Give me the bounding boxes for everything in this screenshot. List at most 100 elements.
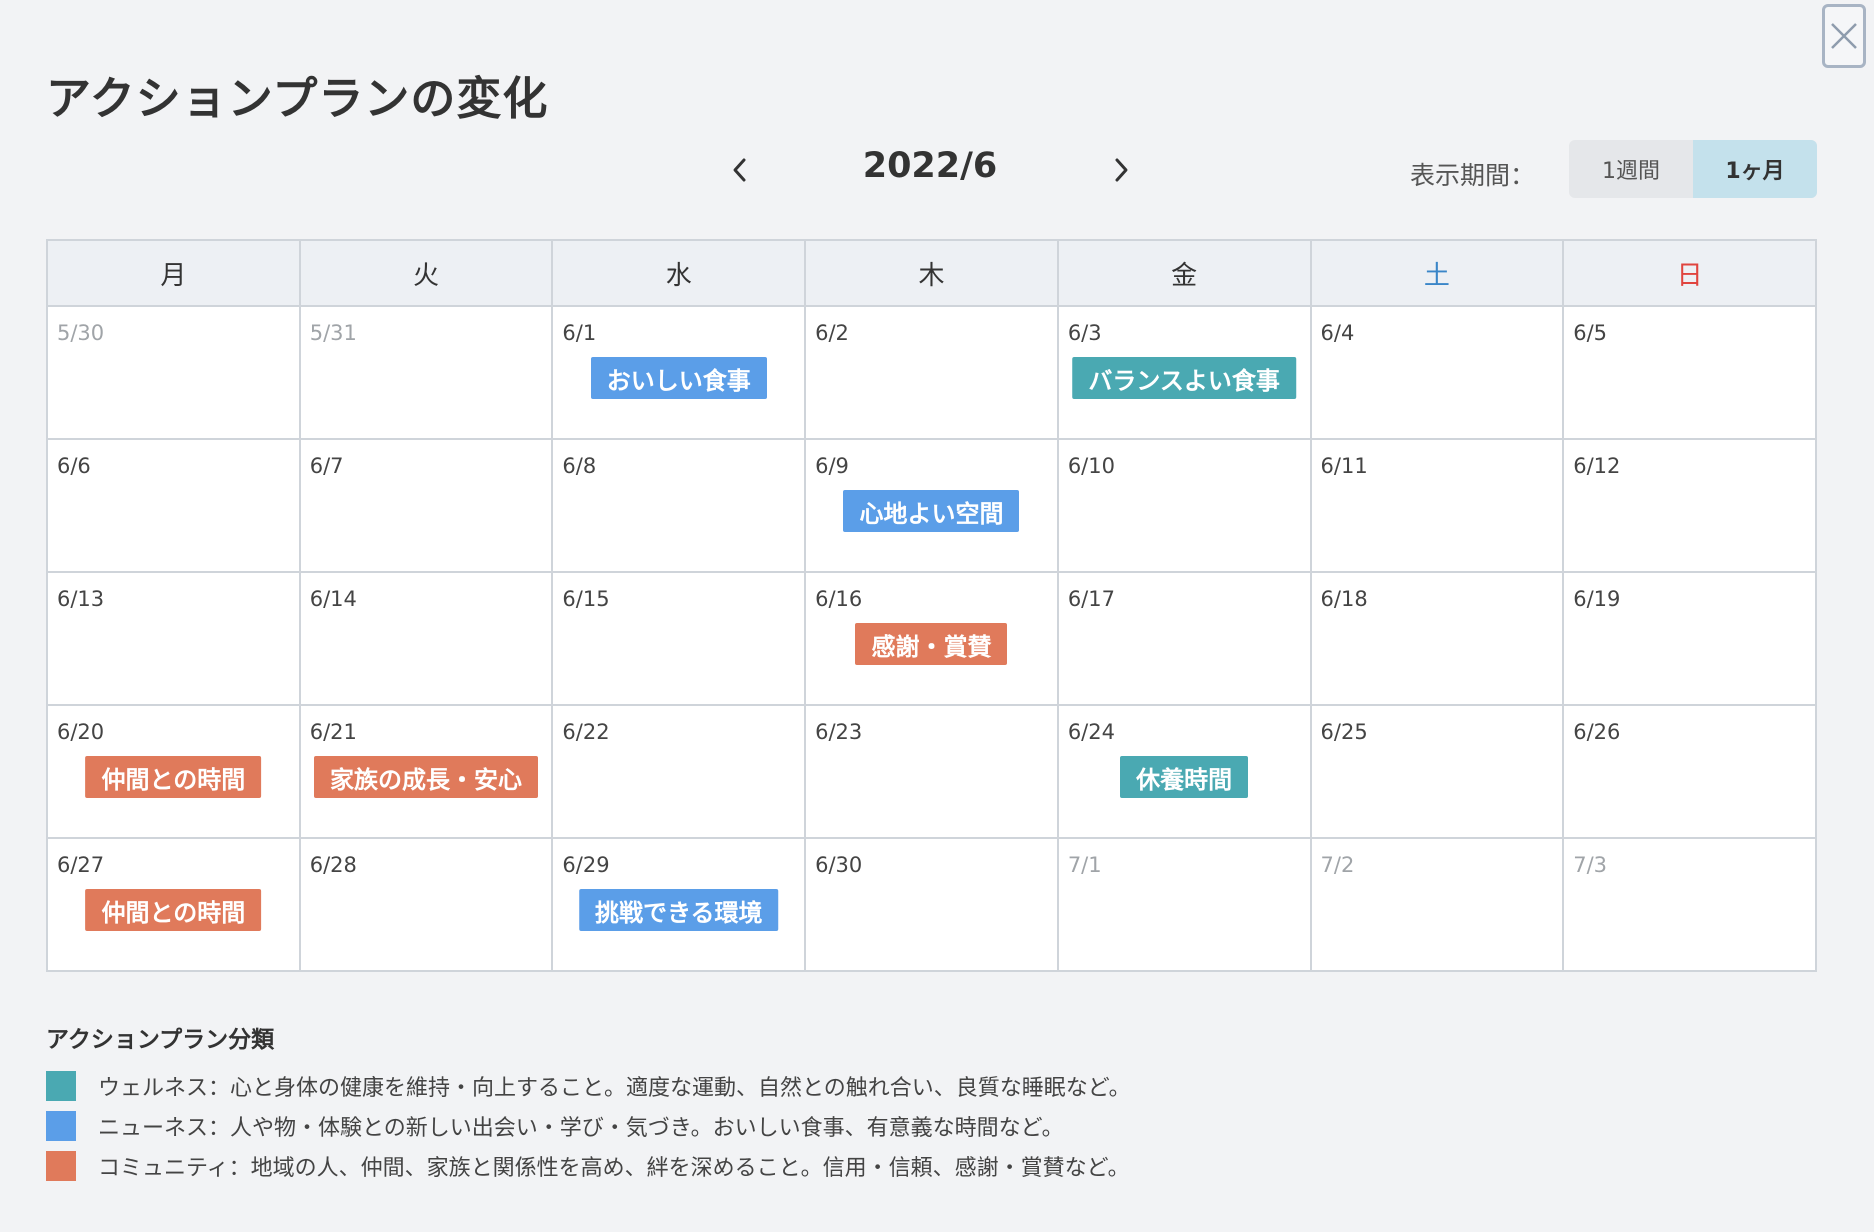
day-number: 6/11 — [1320, 454, 1368, 478]
period-1month-button[interactable]: 1ヶ月 — [1693, 140, 1817, 198]
day-number: 6/5 — [1573, 321, 1608, 345]
day-number: 6/3 — [1067, 321, 1102, 345]
day-number: 6/14 — [309, 587, 357, 611]
calendar-week-row: 6/27 仲間との時間 6/28 6/29 挑戦できる環境 6/30 7/1 7/2 7/3 — [46, 837, 1817, 972]
day-number: 6/20 — [57, 720, 105, 744]
weekday-header-row: 月 火 水 木 金 土 日 — [46, 239, 1817, 307]
legend-title: アクションプラン分類 — [46, 1027, 275, 1053]
calendar-week-row: 6/20 仲間との時間 6/21 家族の成長・安心 6/22 6/23 6/24 休養時間 6/… — [46, 704, 1817, 839]
calendar-week-row: 6/13 6/14 6/15 6/16 感謝・賞賛 6/17 6/18 6/19 — [46, 571, 1817, 706]
legend-swatch-wellness — [46, 1071, 76, 1101]
calendar-grid: 月 火 水 木 金 土 日 5/30 5/31 6/1 おいしい食事 6/2 6/3 バラン… — [46, 239, 1817, 972]
calendar-day-cell[interactable]: 6/17 — [1056, 571, 1312, 706]
calendar-day-cell[interactable]: 6/2 — [804, 305, 1059, 440]
day-number: 6/15 — [562, 587, 610, 611]
next-month-button[interactable] — [1101, 150, 1141, 190]
day-number: 5/31 — [309, 321, 357, 345]
calendar-day-cell[interactable]: 6/1 おいしい食事 — [551, 305, 807, 440]
calendar-day-cell[interactable]: 6/13 — [46, 571, 301, 706]
calendar-day-cell[interactable]: 6/3 バランスよい食事 — [1056, 305, 1312, 440]
close-icon — [1831, 23, 1857, 49]
period-1week-button[interactable]: 1週間 — [1569, 140, 1693, 198]
calendar-day-cell[interactable]: 6/12 — [1562, 438, 1817, 573]
calendar-day-cell[interactable]: 6/10 — [1056, 438, 1312, 573]
day-number: 6/13 — [57, 587, 105, 611]
action-plan-tag[interactable]: 挑戦できる環境 — [578, 889, 779, 931]
calendar-day-cell[interactable]: 6/7 — [298, 438, 554, 573]
day-number: 7/1 — [1067, 853, 1102, 877]
calendar-week-row: 6/6 6/7 6/8 6/9 心地よい空間 6/10 6/11 6/12 — [46, 438, 1817, 573]
close-button[interactable] — [1822, 4, 1866, 68]
calendar-day-cell[interactable]: 6/11 — [1309, 438, 1565, 573]
calendar-day-cell[interactable]: 6/20 仲間との時間 — [46, 704, 301, 839]
weekday-wed: 水 — [551, 239, 807, 307]
period-label: 表示期間： — [1410, 161, 1536, 190]
calendar-day-cell[interactable]: 6/14 — [298, 571, 554, 706]
day-number: 6/18 — [1320, 587, 1368, 611]
day-number: 6/19 — [1573, 587, 1621, 611]
legend-text: ニューネス：人や物・体験との新しい出会い・学び・気づき。おいしい食事、有意義な時… — [98, 1116, 1064, 1141]
legend-swatch-newness — [46, 1111, 76, 1141]
weekday-sun: 日 — [1562, 239, 1817, 307]
day-number: 6/1 — [562, 321, 597, 345]
calendar-day-cell[interactable]: 7/1 — [1056, 837, 1312, 972]
calendar-day-cell[interactable]: 6/5 — [1562, 305, 1817, 440]
day-number: 6/26 — [1573, 720, 1621, 744]
action-plan-tag[interactable]: バランスよい食事 — [1072, 357, 1296, 399]
prev-month-button[interactable] — [720, 150, 760, 190]
calendar-day-cell[interactable]: 6/23 — [804, 704, 1059, 839]
day-number: 6/21 — [309, 720, 357, 744]
action-plan-tag[interactable]: 感謝・賞賛 — [855, 623, 1008, 665]
calendar-day-cell[interactable]: 6/6 — [46, 438, 301, 573]
calendar-day-cell[interactable]: 5/30 — [46, 305, 301, 440]
weekday-tue: 火 — [298, 239, 554, 307]
calendar-day-cell[interactable]: 6/27 仲間との時間 — [46, 837, 301, 972]
weekday-thu: 木 — [804, 239, 1059, 307]
calendar-day-cell[interactable]: 6/26 — [1562, 704, 1817, 839]
day-number: 6/30 — [815, 853, 863, 877]
day-number: 6/23 — [815, 720, 863, 744]
calendar-day-cell[interactable]: 6/18 — [1309, 571, 1565, 706]
legend-text: ウェルネス：心と身体の健康を維持・向上すること。適度な運動、自然との触れ合い、良… — [98, 1076, 1131, 1101]
action-plan-tag[interactable]: 家族の成長・安心 — [314, 756, 539, 798]
calendar-day-cell[interactable]: 6/28 — [298, 837, 554, 972]
action-plan-tag[interactable]: 仲間との時間 — [85, 889, 262, 931]
calendar-day-cell[interactable]: 6/19 — [1562, 571, 1817, 706]
legend-text: コミュニティ：地域の人、仲間、家族と関係性を高め、絆を深めること。信用・信頼、感… — [98, 1156, 1130, 1181]
day-number: 6/2 — [815, 321, 849, 345]
day-number: 6/28 — [309, 853, 357, 877]
chevron-left-icon — [733, 158, 746, 182]
day-number: 6/4 — [1320, 321, 1355, 345]
calendar-day-cell[interactable]: 6/15 — [551, 571, 807, 706]
action-plan-tag[interactable]: 休養時間 — [1120, 756, 1249, 798]
calendar-day-cell[interactable]: 6/8 — [551, 438, 807, 573]
calendar-day-cell[interactable]: 6/24 休養時間 — [1056, 704, 1312, 839]
calendar-day-cell[interactable]: 7/2 — [1309, 837, 1565, 972]
chevron-right-icon — [1115, 158, 1128, 182]
calendar-day-cell[interactable]: 6/16 感謝・賞賛 — [804, 571, 1059, 706]
period-toggle: 1週間 1ヶ月 — [1569, 140, 1817, 198]
calendar-day-cell[interactable]: 5/31 — [298, 305, 554, 440]
calendar-day-cell[interactable]: 6/29 挑戦できる環境 — [551, 837, 807, 972]
day-number: 6/22 — [562, 720, 610, 744]
day-number: 7/3 — [1573, 853, 1608, 877]
day-number: 6/16 — [815, 587, 863, 611]
action-plan-tag[interactable]: おいしい食事 — [590, 357, 767, 399]
calendar-day-cell[interactable]: 7/3 — [1562, 837, 1817, 972]
calendar-day-cell[interactable]: 6/9 心地よい空間 — [804, 438, 1059, 573]
calendar-day-cell[interactable]: 6/25 — [1309, 704, 1565, 839]
action-plan-tag[interactable]: 心地よい空間 — [843, 490, 1020, 532]
legend-item-community: コミュニティ：地域の人、仲間、家族と関係性を高め、絆を深めること。信用・信頼、感… — [46, 1150, 1130, 1182]
calendar-day-cell[interactable]: 6/21 家族の成長・安心 — [298, 704, 554, 839]
day-number: 6/29 — [562, 853, 610, 877]
day-number: 6/6 — [57, 454, 91, 478]
weekday-mon: 月 — [46, 239, 301, 307]
calendar-day-cell[interactable]: 6/22 — [551, 704, 807, 839]
calendar-day-cell[interactable]: 6/4 — [1309, 305, 1565, 440]
day-number: 5/30 — [57, 321, 105, 345]
current-month: 2022/6 — [862, 146, 998, 186]
action-plan-tag[interactable]: 仲間との時間 — [85, 756, 262, 798]
day-number: 6/9 — [815, 454, 849, 478]
day-number: 6/25 — [1320, 720, 1368, 744]
calendar-day-cell[interactable]: 6/30 — [804, 837, 1059, 972]
